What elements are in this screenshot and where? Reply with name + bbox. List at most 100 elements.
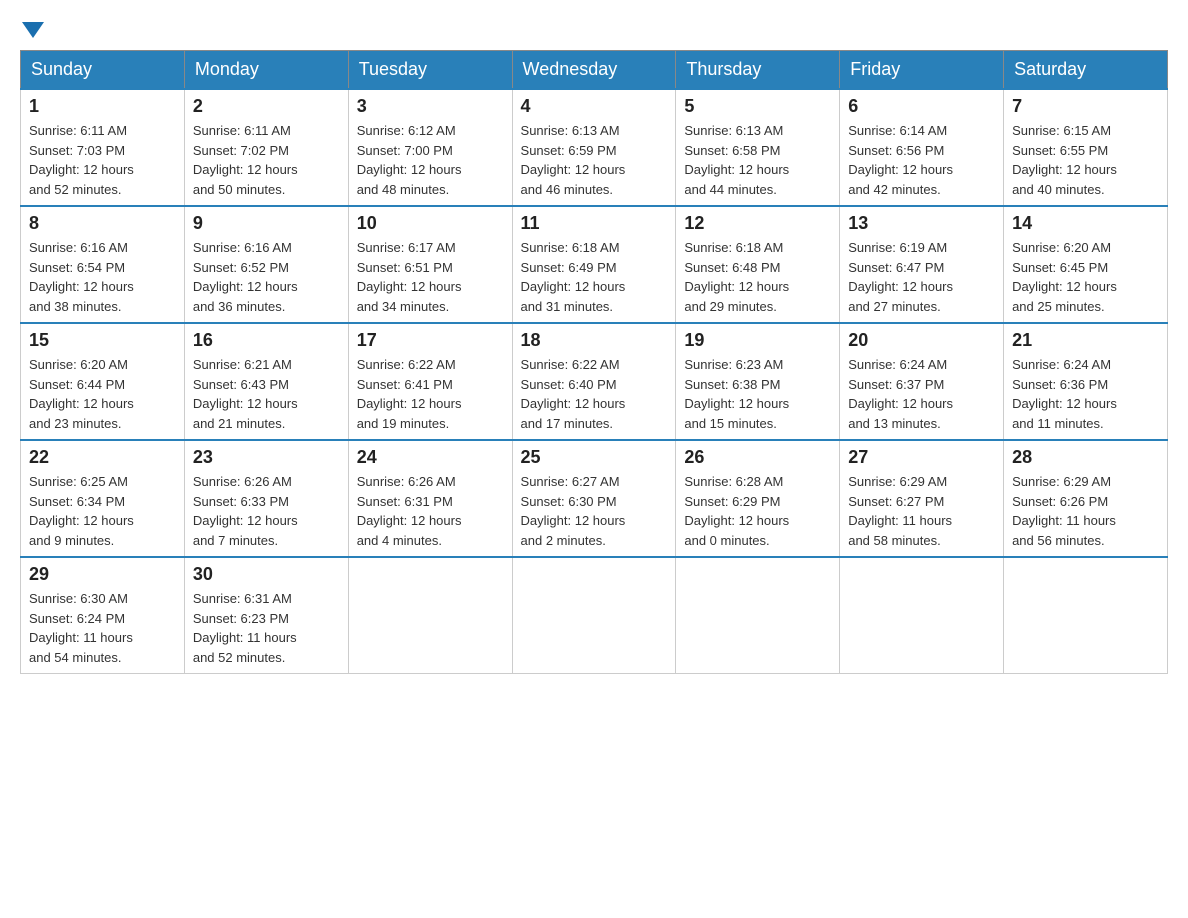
day-number: 30 <box>193 564 340 585</box>
day-info: Sunrise: 6:17 AM Sunset: 6:51 PM Dayligh… <box>357 238 504 316</box>
calendar-cell: 6 Sunrise: 6:14 AM Sunset: 6:56 PM Dayli… <box>840 89 1004 206</box>
day-number: 1 <box>29 96 176 117</box>
day-info: Sunrise: 6:29 AM Sunset: 6:26 PM Dayligh… <box>1012 472 1159 550</box>
day-number: 13 <box>848 213 995 234</box>
day-number: 28 <box>1012 447 1159 468</box>
day-number: 10 <box>357 213 504 234</box>
day-number: 4 <box>521 96 668 117</box>
calendar-cell <box>512 557 676 674</box>
calendar-cell: 28 Sunrise: 6:29 AM Sunset: 6:26 PM Dayl… <box>1004 440 1168 557</box>
day-info: Sunrise: 6:28 AM Sunset: 6:29 PM Dayligh… <box>684 472 831 550</box>
day-info: Sunrise: 6:27 AM Sunset: 6:30 PM Dayligh… <box>521 472 668 550</box>
logo <box>20 20 44 34</box>
calendar-cell <box>348 557 512 674</box>
header-tuesday: Tuesday <box>348 51 512 90</box>
week-row-5: 29 Sunrise: 6:30 AM Sunset: 6:24 PM Dayl… <box>21 557 1168 674</box>
day-number: 20 <box>848 330 995 351</box>
day-number: 22 <box>29 447 176 468</box>
day-number: 18 <box>521 330 668 351</box>
calendar: SundayMondayTuesdayWednesdayThursdayFrid… <box>20 50 1168 674</box>
day-info: Sunrise: 6:13 AM Sunset: 6:58 PM Dayligh… <box>684 121 831 199</box>
calendar-cell: 21 Sunrise: 6:24 AM Sunset: 6:36 PM Dayl… <box>1004 323 1168 440</box>
week-row-4: 22 Sunrise: 6:25 AM Sunset: 6:34 PM Dayl… <box>21 440 1168 557</box>
day-info: Sunrise: 6:24 AM Sunset: 6:36 PM Dayligh… <box>1012 355 1159 433</box>
day-number: 24 <box>357 447 504 468</box>
day-number: 8 <box>29 213 176 234</box>
day-number: 17 <box>357 330 504 351</box>
calendar-cell: 11 Sunrise: 6:18 AM Sunset: 6:49 PM Dayl… <box>512 206 676 323</box>
calendar-cell: 5 Sunrise: 6:13 AM Sunset: 6:58 PM Dayli… <box>676 89 840 206</box>
header <box>20 20 1168 34</box>
day-info: Sunrise: 6:16 AM Sunset: 6:52 PM Dayligh… <box>193 238 340 316</box>
day-info: Sunrise: 6:18 AM Sunset: 6:49 PM Dayligh… <box>521 238 668 316</box>
calendar-cell: 24 Sunrise: 6:26 AM Sunset: 6:31 PM Dayl… <box>348 440 512 557</box>
day-info: Sunrise: 6:21 AM Sunset: 6:43 PM Dayligh… <box>193 355 340 433</box>
day-info: Sunrise: 6:14 AM Sunset: 6:56 PM Dayligh… <box>848 121 995 199</box>
day-number: 27 <box>848 447 995 468</box>
calendar-cell: 26 Sunrise: 6:28 AM Sunset: 6:29 PM Dayl… <box>676 440 840 557</box>
calendar-cell: 1 Sunrise: 6:11 AM Sunset: 7:03 PM Dayli… <box>21 89 185 206</box>
calendar-cell: 9 Sunrise: 6:16 AM Sunset: 6:52 PM Dayli… <box>184 206 348 323</box>
day-number: 7 <box>1012 96 1159 117</box>
header-sunday: Sunday <box>21 51 185 90</box>
day-info: Sunrise: 6:16 AM Sunset: 6:54 PM Dayligh… <box>29 238 176 316</box>
day-number: 6 <box>848 96 995 117</box>
day-info: Sunrise: 6:13 AM Sunset: 6:59 PM Dayligh… <box>521 121 668 199</box>
day-info: Sunrise: 6:12 AM Sunset: 7:00 PM Dayligh… <box>357 121 504 199</box>
day-info: Sunrise: 6:24 AM Sunset: 6:37 PM Dayligh… <box>848 355 995 433</box>
day-number: 9 <box>193 213 340 234</box>
calendar-cell: 20 Sunrise: 6:24 AM Sunset: 6:37 PM Dayl… <box>840 323 1004 440</box>
day-info: Sunrise: 6:18 AM Sunset: 6:48 PM Dayligh… <box>684 238 831 316</box>
day-info: Sunrise: 6:25 AM Sunset: 6:34 PM Dayligh… <box>29 472 176 550</box>
calendar-cell: 27 Sunrise: 6:29 AM Sunset: 6:27 PM Dayl… <box>840 440 1004 557</box>
calendar-cell: 13 Sunrise: 6:19 AM Sunset: 6:47 PM Dayl… <box>840 206 1004 323</box>
calendar-cell: 7 Sunrise: 6:15 AM Sunset: 6:55 PM Dayli… <box>1004 89 1168 206</box>
day-number: 23 <box>193 447 340 468</box>
day-info: Sunrise: 6:11 AM Sunset: 7:02 PM Dayligh… <box>193 121 340 199</box>
calendar-cell <box>840 557 1004 674</box>
day-number: 15 <box>29 330 176 351</box>
header-monday: Monday <box>184 51 348 90</box>
day-number: 5 <box>684 96 831 117</box>
header-thursday: Thursday <box>676 51 840 90</box>
calendar-cell: 10 Sunrise: 6:17 AM Sunset: 6:51 PM Dayl… <box>348 206 512 323</box>
day-info: Sunrise: 6:11 AM Sunset: 7:03 PM Dayligh… <box>29 121 176 199</box>
header-wednesday: Wednesday <box>512 51 676 90</box>
calendar-cell: 16 Sunrise: 6:21 AM Sunset: 6:43 PM Dayl… <box>184 323 348 440</box>
calendar-cell: 4 Sunrise: 6:13 AM Sunset: 6:59 PM Dayli… <box>512 89 676 206</box>
day-number: 25 <box>521 447 668 468</box>
week-row-3: 15 Sunrise: 6:20 AM Sunset: 6:44 PM Dayl… <box>21 323 1168 440</box>
calendar-cell: 2 Sunrise: 6:11 AM Sunset: 7:02 PM Dayli… <box>184 89 348 206</box>
day-number: 2 <box>193 96 340 117</box>
calendar-cell: 19 Sunrise: 6:23 AM Sunset: 6:38 PM Dayl… <box>676 323 840 440</box>
week-row-2: 8 Sunrise: 6:16 AM Sunset: 6:54 PM Dayli… <box>21 206 1168 323</box>
day-info: Sunrise: 6:31 AM Sunset: 6:23 PM Dayligh… <box>193 589 340 667</box>
header-saturday: Saturday <box>1004 51 1168 90</box>
day-number: 16 <box>193 330 340 351</box>
calendar-cell: 15 Sunrise: 6:20 AM Sunset: 6:44 PM Dayl… <box>21 323 185 440</box>
day-number: 19 <box>684 330 831 351</box>
day-number: 3 <box>357 96 504 117</box>
header-friday: Friday <box>840 51 1004 90</box>
day-info: Sunrise: 6:26 AM Sunset: 6:33 PM Dayligh… <box>193 472 340 550</box>
calendar-cell: 8 Sunrise: 6:16 AM Sunset: 6:54 PM Dayli… <box>21 206 185 323</box>
calendar-cell: 3 Sunrise: 6:12 AM Sunset: 7:00 PM Dayli… <box>348 89 512 206</box>
day-info: Sunrise: 6:20 AM Sunset: 6:45 PM Dayligh… <box>1012 238 1159 316</box>
day-info: Sunrise: 6:15 AM Sunset: 6:55 PM Dayligh… <box>1012 121 1159 199</box>
day-info: Sunrise: 6:23 AM Sunset: 6:38 PM Dayligh… <box>684 355 831 433</box>
calendar-cell <box>676 557 840 674</box>
week-row-1: 1 Sunrise: 6:11 AM Sunset: 7:03 PM Dayli… <box>21 89 1168 206</box>
calendar-cell: 14 Sunrise: 6:20 AM Sunset: 6:45 PM Dayl… <box>1004 206 1168 323</box>
day-number: 29 <box>29 564 176 585</box>
day-number: 21 <box>1012 330 1159 351</box>
day-info: Sunrise: 6:30 AM Sunset: 6:24 PM Dayligh… <box>29 589 176 667</box>
day-number: 14 <box>1012 213 1159 234</box>
day-info: Sunrise: 6:20 AM Sunset: 6:44 PM Dayligh… <box>29 355 176 433</box>
calendar-header-row: SundayMondayTuesdayWednesdayThursdayFrid… <box>21 51 1168 90</box>
calendar-cell: 30 Sunrise: 6:31 AM Sunset: 6:23 PM Dayl… <box>184 557 348 674</box>
calendar-cell: 23 Sunrise: 6:26 AM Sunset: 6:33 PM Dayl… <box>184 440 348 557</box>
day-info: Sunrise: 6:22 AM Sunset: 6:41 PM Dayligh… <box>357 355 504 433</box>
calendar-cell: 25 Sunrise: 6:27 AM Sunset: 6:30 PM Dayl… <box>512 440 676 557</box>
day-number: 12 <box>684 213 831 234</box>
calendar-cell: 29 Sunrise: 6:30 AM Sunset: 6:24 PM Dayl… <box>21 557 185 674</box>
